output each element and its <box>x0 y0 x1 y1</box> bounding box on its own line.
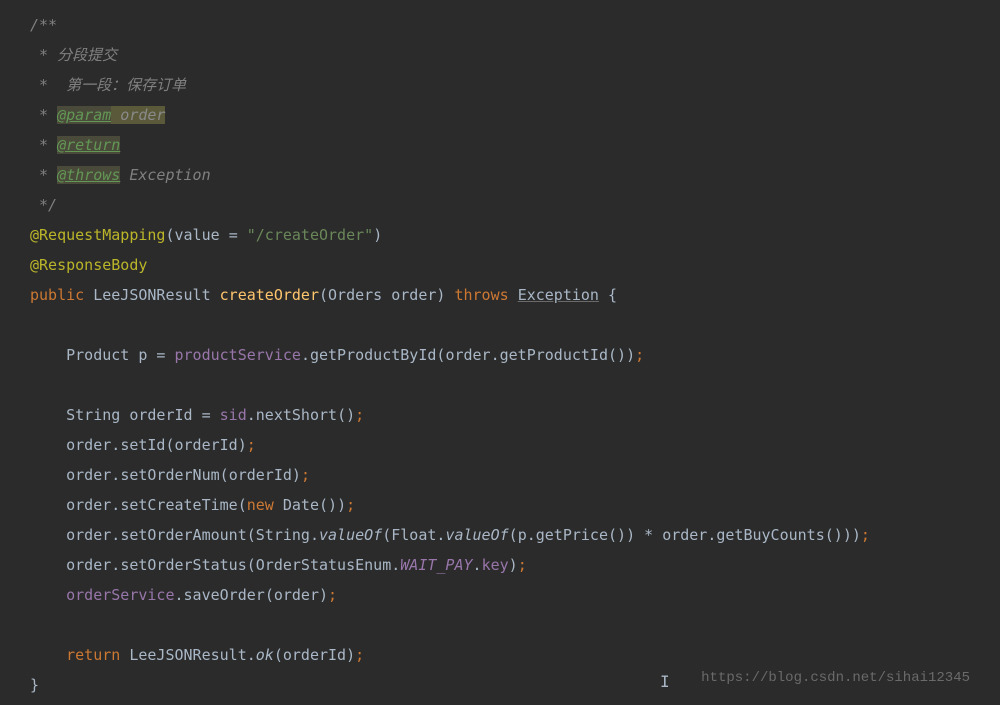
method-createorder: createOrder <box>220 286 319 304</box>
code-line: order.setId(orderId); <box>30 430 1000 460</box>
code-line: /** <box>30 10 1000 40</box>
code-line: order.setOrderStatus(OrderStatusEnum.WAI… <box>30 550 1000 580</box>
code-line: order.setCreateTime(new Date()); <box>30 490 1000 520</box>
annotation-requestmapping: @RequestMapping <box>30 226 165 244</box>
code-line: * @param order <box>30 100 1000 130</box>
code-line: */ <box>30 190 1000 220</box>
code-line: * @return <box>30 130 1000 160</box>
code-line: Product p = productService.getProductByI… <box>30 340 1000 370</box>
blank-line <box>30 370 1000 400</box>
code-line: order.setOrderNum(orderId); <box>30 460 1000 490</box>
blank-line <box>30 610 1000 640</box>
code-line: String orderId = sid.nextShort(); <box>30 400 1000 430</box>
annotation-responsebody: @ResponseBody <box>30 256 147 274</box>
javadoc-throws-tag: @throws <box>57 166 120 184</box>
code-line: public LeeJSONResult createOrder(Orders … <box>30 280 1000 310</box>
watermark-url: https://blog.csdn.net/sihai12345 <box>701 663 970 693</box>
code-line: * 第一段：保存订单 <box>30 70 1000 100</box>
code-line: order.setOrderAmount(String.valueOf(Floa… <box>30 520 1000 550</box>
code-line: @ResponseBody <box>30 250 1000 280</box>
code-line: @RequestMapping(value = "/createOrder") <box>30 220 1000 250</box>
code-line: * 分段提交 <box>30 40 1000 70</box>
javadoc-return-tag: @return <box>57 136 120 154</box>
code-line: orderService.saveOrder(order); <box>30 580 1000 610</box>
code-line: * @throws Exception <box>30 160 1000 190</box>
blank-line <box>30 310 1000 340</box>
code-editor[interactable]: /** * 分段提交 * 第一段：保存订单 * @param order * @… <box>30 10 1000 700</box>
text-cursor-icon: I <box>660 667 670 697</box>
javadoc-param-tag: @param <box>57 106 111 124</box>
